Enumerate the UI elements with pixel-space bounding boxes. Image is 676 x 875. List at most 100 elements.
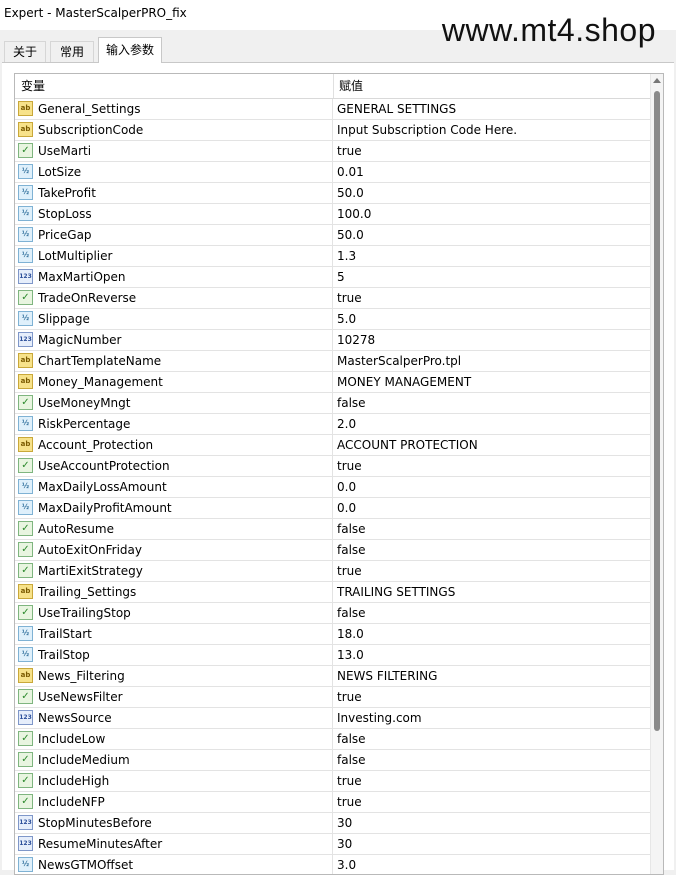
value-cell[interactable]: 30 [337,813,352,833]
table-row[interactable]: ✓ UseNewsFilter true [15,687,651,708]
value-cell[interactable]: 0.01 [337,162,364,182]
variable-cell[interactable]: ✓ TradeOnReverse [15,288,333,308]
variable-cell[interactable]: ✓ IncludeLow [15,729,333,749]
table-row[interactable]: ✓ UseTrailingStop false [15,603,651,624]
table-row[interactable]: ✓ UseMarti true [15,141,651,162]
variable-cell[interactable]: ab SubscriptionCode [15,120,333,140]
value-cell[interactable]: 5.0 [337,309,356,329]
variable-cell[interactable]: 123 StopMinutesBefore [15,813,333,833]
value-cell[interactable]: false [337,393,366,413]
table-row[interactable]: ab Trailing_Settings TRAILING SETTINGS [15,582,651,603]
variable-cell[interactable]: ½ Slippage [15,309,333,329]
tab-common[interactable]: 常用 [50,41,94,62]
table-row[interactable]: ½ MaxDailyProfitAmount 0.0 [15,498,651,519]
table-row[interactable]: ab News_Filtering NEWS FILTERING [15,666,651,687]
table-row[interactable]: ½ RiskPercentage 2.0 [15,414,651,435]
variable-cell[interactable]: ½ RiskPercentage [15,414,333,434]
variable-cell[interactable]: ✓ AutoResume [15,519,333,539]
table-row[interactable]: ✓ IncludeHigh true [15,771,651,792]
value-cell[interactable]: 5 [337,267,345,287]
value-cell[interactable]: true [337,141,362,161]
variable-cell[interactable]: ab General_Settings [15,99,333,119]
table-row[interactable]: ✓ IncludeMedium false [15,750,651,771]
value-cell[interactable]: Input Subscription Code Here. [337,120,517,140]
table-row[interactable]: ab SubscriptionCode Input Subscription Cod… [15,120,651,141]
variable-cell[interactable]: ✓ UseTrailingStop [15,603,333,623]
variable-cell[interactable]: ½ NewsGTMOffset [15,855,333,874]
variable-cell[interactable]: ab Account_Protection [15,435,333,455]
variable-cell[interactable]: ab ChartTemplateName [15,351,333,371]
variable-cell[interactable]: ½ StopLoss [15,204,333,224]
variable-cell[interactable]: ✓ UseNewsFilter [15,687,333,707]
table-row[interactable]: ½ TakeProfit 50.0 [15,183,651,204]
variable-cell[interactable]: ✓ UseMoneyMngt [15,393,333,413]
scroll-up-arrow-icon[interactable] [653,78,661,83]
variable-cell[interactable]: 123 MagicNumber [15,330,333,350]
tab-about[interactable]: 关于 [4,41,46,62]
variable-cell[interactable]: ✓ UseAccountProtection [15,456,333,476]
variable-cell[interactable]: ½ TakeProfit [15,183,333,203]
value-cell[interactable]: NEWS FILTERING [337,666,437,686]
value-cell[interactable]: 50.0 [337,225,364,245]
header-value[interactable]: 赋值 [339,74,363,98]
table-row[interactable]: ✓ TradeOnReverse true [15,288,651,309]
value-cell[interactable]: 18.0 [337,624,364,644]
value-cell[interactable]: false [337,519,366,539]
variable-cell[interactable]: ½ MaxDailyProfitAmount [15,498,333,518]
table-row[interactable]: ½ LotSize 0.01 [15,162,651,183]
table-row[interactable]: 123 ResumeMinutesAfter 30 [15,834,651,855]
value-cell[interactable]: false [337,750,366,770]
table-row[interactable]: ✓ UseAccountProtection true [15,456,651,477]
table-row[interactable]: ✓ AutoExitOnFriday false [15,540,651,561]
table-row[interactable]: ab ChartTemplateName MasterScalperPro.tpl [15,351,651,372]
variable-cell[interactable]: ✓ UseMarti [15,141,333,161]
value-cell[interactable]: true [337,456,362,476]
value-cell[interactable]: 0.0 [337,498,356,518]
value-cell[interactable]: 3.0 [337,855,356,874]
value-cell[interactable]: ACCOUNT PROTECTION [337,435,478,455]
variable-cell[interactable]: ✓ MartiExitStrategy [15,561,333,581]
table-row[interactable]: ✓ IncludeNFP true [15,792,651,813]
tab-inputs[interactable]: 输入参数 [98,37,162,63]
value-cell[interactable]: false [337,540,366,560]
variable-cell[interactable]: 123 NewsSource [15,708,333,728]
table-row[interactable]: ab Money_Management MONEY MANAGEMENT [15,372,651,393]
variable-cell[interactable]: ✓ AutoExitOnFriday [15,540,333,560]
variable-cell[interactable]: ½ LotSize [15,162,333,182]
value-cell[interactable]: 100.0 [337,204,371,224]
variable-cell[interactable]: ½ MaxDailyLossAmount [15,477,333,497]
variable-cell[interactable]: ½ TrailStop [15,645,333,665]
value-cell[interactable]: 30 [337,834,352,854]
header-variable[interactable]: 变量 [21,74,45,98]
variable-cell[interactable]: 123 MaxMartiOpen [15,267,333,287]
table-row[interactable]: ½ NewsGTMOffset 3.0 [15,855,651,874]
variable-cell[interactable]: ab News_Filtering [15,666,333,686]
value-cell[interactable]: false [337,729,366,749]
value-cell[interactable]: MasterScalperPro.tpl [337,351,461,371]
value-cell[interactable]: MONEY MANAGEMENT [337,372,471,392]
value-cell[interactable]: true [337,771,362,791]
table-row[interactable]: ½ StopLoss 100.0 [15,204,651,225]
variable-cell[interactable]: ½ PriceGap [15,225,333,245]
table-row[interactable]: ½ LotMultiplier 1.3 [15,246,651,267]
table-row[interactable]: ½ PriceGap 50.0 [15,225,651,246]
table-row[interactable]: ab Account_Protection ACCOUNT PROTECTION [15,435,651,456]
variable-cell[interactable]: ✓ IncludeMedium [15,750,333,770]
value-cell[interactable]: GENERAL SETTINGS [337,99,456,119]
value-cell[interactable]: 10278 [337,330,375,350]
variable-cell[interactable]: 123 ResumeMinutesAfter [15,834,333,854]
value-cell[interactable]: true [337,288,362,308]
table-row[interactable]: 123 NewsSource Investing.com [15,708,651,729]
value-cell[interactable]: true [337,687,362,707]
value-cell[interactable]: 0.0 [337,477,356,497]
header-separator[interactable] [333,74,334,98]
table-row[interactable]: ✓ MartiExitStrategy true [15,561,651,582]
scrollbar-thumb[interactable] [654,91,660,731]
table-row[interactable]: 123 MagicNumber 10278 [15,330,651,351]
table-row[interactable]: ½ TrailStart 18.0 [15,624,651,645]
variable-cell[interactable]: ab Money_Management [15,372,333,392]
table-row[interactable]: ab General_Settings GENERAL SETTINGS [15,99,651,120]
value-cell[interactable]: 50.0 [337,183,364,203]
variable-cell[interactable]: ✓ IncludeNFP [15,792,333,812]
value-cell[interactable]: 13.0 [337,645,364,665]
